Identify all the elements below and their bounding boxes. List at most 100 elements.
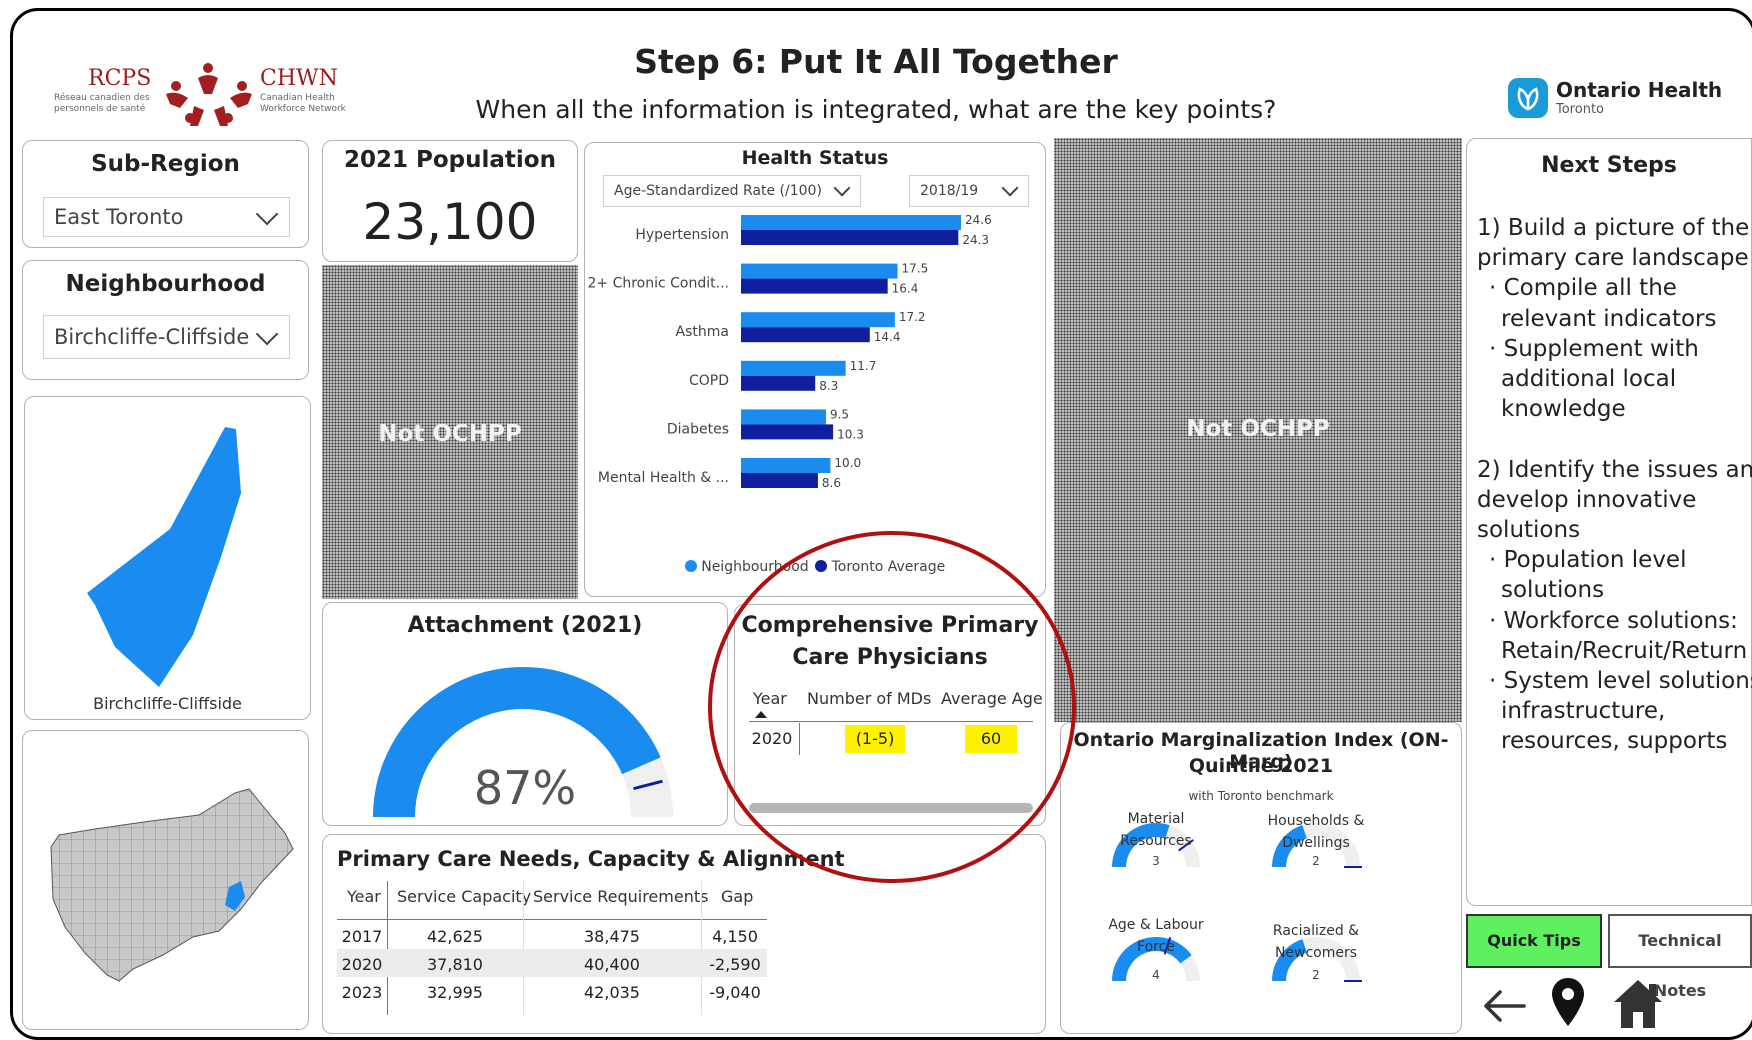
chwn-text: CHWN — [260, 66, 338, 91]
subregion-value: East Toronto — [54, 205, 184, 229]
next-step-line: resources, supports — [1501, 728, 1728, 755]
attachment-title: Attachment (2021) — [407, 613, 643, 638]
chevron-down-icon — [1001, 179, 1019, 197]
chart-category-label: Asthma — [676, 324, 729, 340]
rcps-sub1: Réseau canadien des — [54, 93, 150, 103]
chart-bar[interactable] — [741, 409, 826, 425]
subregion-dropdown[interactable]: East Toronto — [43, 197, 290, 237]
metric-dropdown[interactable]: Age-Standardized Rate (/100) — [603, 175, 861, 207]
onmarg-gauge-value: 4 — [1152, 968, 1160, 982]
toronto-map-card[interactable] — [22, 730, 309, 1030]
chart-data-label: 8.6 — [822, 476, 841, 490]
next-step-line: additional local — [1501, 366, 1677, 393]
next-step-line: · Supplement with — [1489, 335, 1699, 362]
population-value: 23,100 — [362, 193, 538, 251]
next-step-line: primary care landscape — [1477, 245, 1749, 272]
placeholder-panel-left: Not OCHPP — [322, 265, 578, 599]
onmarg-gauge-label: Resources — [1120, 833, 1192, 849]
chart-bar[interactable] — [741, 230, 959, 245]
needs-row-capacity: 37,810 — [427, 955, 483, 974]
ontario-health-text: Ontario Health — [1556, 78, 1723, 102]
year-dropdown[interactable]: 2018/19 — [909, 175, 1029, 207]
health-status-title: Health Status — [741, 147, 889, 169]
needs-col-capacity[interactable]: Service Capacity — [397, 887, 531, 906]
chart-bar[interactable] — [741, 360, 846, 376]
needs-row-capacity: 42,625 — [427, 927, 483, 946]
chart-category-label: 2+ Chronic Condit... — [588, 276, 730, 292]
chart-bar[interactable] — [741, 312, 895, 328]
chart-data-label: 17.2 — [899, 310, 926, 324]
neighbourhood-value: Birchcliffe-Cliffside — [54, 325, 250, 349]
highlight-circle — [708, 531, 1076, 883]
chart-category-label: Mental Health & ... — [598, 470, 729, 486]
toronto-map-shape — [50, 788, 294, 982]
placeholder-label-left: Not OCHPP — [378, 421, 522, 447]
location-pin-icon[interactable] — [1550, 976, 1586, 1028]
chart-bar[interactable] — [741, 473, 818, 488]
chart-data-label: 11.7 — [850, 359, 877, 373]
needs-row-capacity: 32,995 — [427, 983, 483, 1002]
chart-data-label: 8.3 — [819, 379, 838, 393]
next-step-line: · Workforce solutions: — [1489, 607, 1738, 634]
chart-bar[interactable] — [741, 424, 834, 440]
home-icon[interactable] — [1610, 976, 1666, 1030]
map-label: Birchcliffe-Cliffside — [93, 694, 242, 713]
onmarg-gauge-label: Newcomers — [1275, 945, 1357, 961]
needs-row-year: 2023 — [341, 983, 383, 1002]
quick-tips-button[interactable]: Quick Tips — [1466, 914, 1602, 968]
next-step-line: 2) Identify the issues and — [1477, 456, 1752, 483]
next-step-line: infrastructure, — [1501, 698, 1666, 725]
next-step-line: solutions — [1477, 517, 1581, 544]
next-step-line: solutions — [1501, 577, 1605, 604]
neighbourhood-map-card[interactable]: Birchcliffe-Cliffside — [24, 396, 311, 720]
next-step-line: relevant indicators — [1501, 305, 1717, 332]
onmarg-gauge-label: Racialized & — [1273, 923, 1359, 939]
needs-row-requirements: 40,400 — [584, 955, 640, 974]
technical-notes-button[interactable]: Technical Notes — [1608, 914, 1752, 1000]
next-step-line: · Compile all the — [1489, 275, 1677, 302]
figures-icon — [166, 63, 252, 126]
onmarg-gauge-label: Force — [1137, 939, 1175, 955]
chart-data-label: 16.4 — [892, 282, 919, 296]
next-step-line: · Population level — [1489, 547, 1687, 574]
neighbourhood-dropdown[interactable]: Birchcliffe-Cliffside — [43, 315, 290, 359]
chevron-down-icon — [833, 179, 851, 197]
needs-col-divider-1 — [387, 881, 388, 1015]
next-step-line: · System level solutions: — [1489, 668, 1752, 695]
needs-col-year[interactable]: Year — [347, 887, 381, 906]
ontario-health-logo: Ontario Health Toronto — [1508, 76, 1728, 124]
next-step-line — [1477, 424, 1752, 454]
onmarg-card: Ontario Marginalization Index (ON-Marg) … — [1060, 722, 1462, 1034]
next-step-line: Retain/Recruit/Return — [1501, 637, 1748, 664]
health-status-chart: Hypertension 24.6 24.3 2+ Chronic Condit...… — [588, 213, 992, 490]
needs-col-requirements[interactable]: Service Requirements — [533, 887, 708, 906]
chart-bar[interactable] — [741, 375, 816, 391]
chart-data-label: 24.3 — [962, 233, 989, 247]
next-step-line: 1) Build a picture of the — [1477, 215, 1750, 241]
next-steps-title: Next Steps — [1541, 153, 1677, 178]
chart-category-label: Diabetes — [667, 421, 729, 437]
rcps-chwn-logo: RCPS Réseau canadien des personnels de s… — [50, 56, 350, 136]
chart-bar[interactable] — [741, 278, 888, 294]
subregion-label: Sub-Region — [91, 151, 240, 177]
population-card: 2021 Population 23,100 — [322, 140, 578, 262]
metric-value: Age-Standardized Rate (/100) — [614, 183, 822, 199]
back-arrow-icon[interactable] — [1480, 982, 1528, 1030]
chart-bar[interactable] — [741, 263, 898, 279]
year-value: 2018/19 — [920, 183, 979, 199]
neighbourhood-label: Neighbourhood — [65, 271, 266, 297]
chart-bar[interactable] — [741, 327, 870, 343]
chart-bar[interactable] — [741, 458, 831, 473]
chart-data-label: 9.5 — [830, 407, 849, 421]
needs-row-gap: -9,040 — [709, 983, 761, 1002]
onmarg-gauge-label: Dwellings — [1282, 835, 1350, 851]
onmarg-gauge-label: Age & Labour — [1108, 917, 1204, 933]
ontario-health-sub: Toronto — [1556, 102, 1604, 117]
onmarg-gauge-value: 3 — [1152, 854, 1160, 868]
rcps-text: RCPS — [88, 66, 152, 91]
next-steps-list: 1) Build a picture of the primary care la… — [1477, 213, 1752, 757]
chart-category-label: Hypertension — [635, 227, 729, 243]
chart-bar[interactable] — [741, 215, 961, 230]
needs-row-year: 2017 — [341, 927, 383, 946]
chart-data-label: 24.6 — [965, 213, 992, 227]
